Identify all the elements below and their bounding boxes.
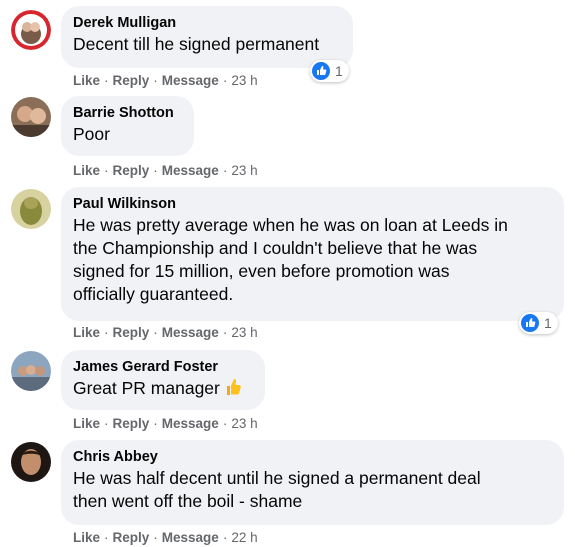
message-link[interactable]: Message <box>162 73 219 88</box>
comment-text-line: He was pretty average when he was on loa… <box>73 215 508 235</box>
like-reaction-icon <box>521 314 539 332</box>
avatar[interactable] <box>11 351 51 391</box>
comment-bubble: Paul Wilkinson He was pretty average whe… <box>61 187 564 321</box>
comment-author[interactable]: James Gerard Foster <box>73 358 253 377</box>
thumbs-up-emoji-icon <box>224 377 242 403</box>
comment-actions: Like · Reply · Message · 22 h <box>73 530 258 545</box>
timestamp[interactable]: 23 h <box>231 325 257 340</box>
avatar[interactable] <box>11 10 51 50</box>
comment-actions: Like · Reply · Message · 23 h <box>73 416 258 431</box>
comment-author[interactable]: Derek Mulligan <box>73 14 341 33</box>
comment-text-line: He was half decent until he signed a per… <box>73 468 481 488</box>
reply-link[interactable]: Reply <box>113 325 150 340</box>
reaction-badge[interactable]: 1 <box>310 60 349 82</box>
timestamp[interactable]: 22 h <box>231 530 257 545</box>
reply-link[interactable]: Reply <box>113 530 150 545</box>
comment-author[interactable]: Paul Wilkinson <box>73 195 552 214</box>
like-link[interactable]: Like <box>73 325 100 340</box>
like-link[interactable]: Like <box>73 163 100 178</box>
comment-bubble: Chris Abbey He was half decent until he … <box>61 440 564 525</box>
message-link[interactable]: Message <box>162 530 219 545</box>
comment-bubble: James Gerard Foster Great PR manager <box>61 350 265 410</box>
reply-link[interactable]: Reply <box>113 163 150 178</box>
timestamp[interactable]: 23 h <box>231 416 257 431</box>
message-link[interactable]: Message <box>162 163 219 178</box>
comment-author[interactable]: Chris Abbey <box>73 448 552 467</box>
comment-text: Great PR manager <box>73 377 253 403</box>
reaction-count: 1 <box>544 315 552 331</box>
comment-actions: Like · Reply · Message · 23 h <box>73 325 258 340</box>
comment-text: Decent till he signed permanent <box>73 34 320 54</box>
message-link[interactable]: Message <box>162 325 219 340</box>
reply-link[interactable]: Reply <box>113 416 150 431</box>
comment-bubble: Barrie Shotton Poor <box>61 96 194 156</box>
comment-author[interactable]: Barrie Shotton <box>73 104 182 123</box>
comment-text-line: the Championship and I couldn't believe … <box>73 238 478 258</box>
comment-bubble: Derek Mulligan Decent till he signed per… <box>61 6 353 68</box>
timestamp[interactable]: 23 h <box>231 163 257 178</box>
comment-text-line: signed for 15 million, even before promo… <box>73 261 450 281</box>
reply-link[interactable]: Reply <box>113 73 150 88</box>
comment-actions: Like · Reply · Message · 23 h <box>73 163 258 178</box>
comment-text: Poor <box>73 124 110 144</box>
avatar[interactable] <box>11 97 51 137</box>
like-link[interactable]: Like <box>73 416 100 431</box>
like-reaction-icon <box>312 62 330 80</box>
reaction-badge[interactable]: 1 <box>519 312 558 334</box>
avatar[interactable] <box>11 189 51 229</box>
comment-actions: Like · Reply · Message · 23 h <box>73 73 258 88</box>
reaction-count: 1 <box>335 63 343 79</box>
message-link[interactable]: Message <box>162 416 219 431</box>
comment-text-line: officially guaranteed. <box>73 284 234 304</box>
like-link[interactable]: Like <box>73 530 100 545</box>
like-link[interactable]: Like <box>73 73 100 88</box>
timestamp[interactable]: 23 h <box>231 73 257 88</box>
comment-text-line: then went off the boil - shame <box>73 491 303 511</box>
avatar[interactable] <box>11 442 51 482</box>
